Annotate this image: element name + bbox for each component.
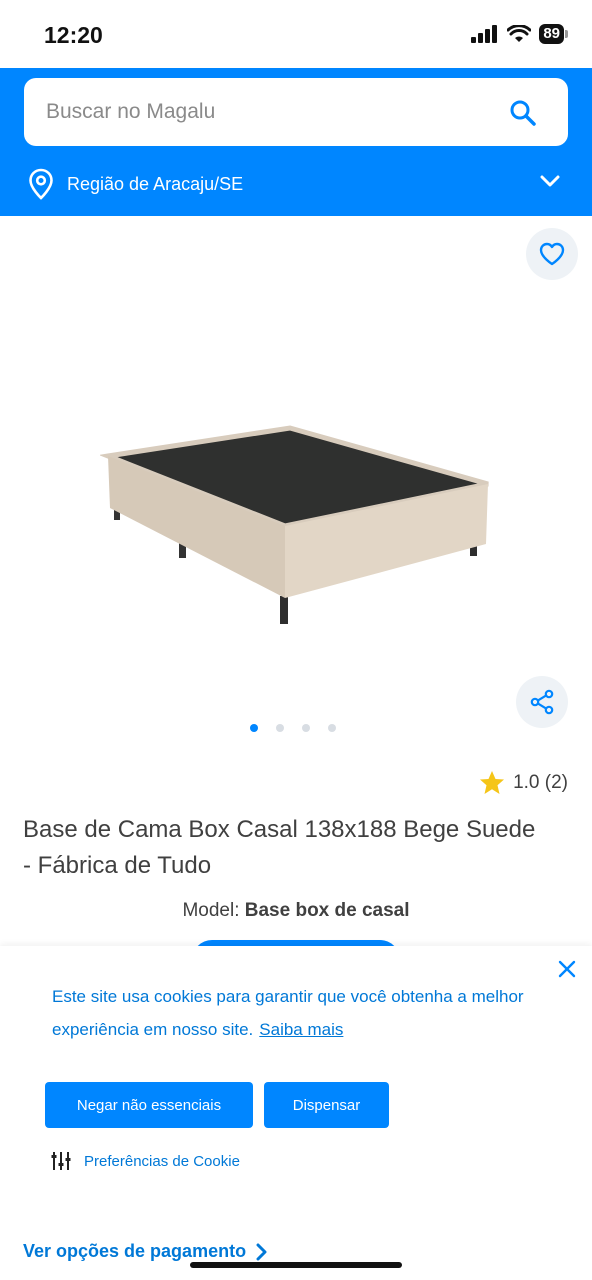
model-value: Base box de casal bbox=[244, 900, 410, 921]
chevron-right-icon bbox=[256, 1243, 267, 1260]
gallery-dot[interactable] bbox=[250, 724, 258, 732]
battery-icon: 89 bbox=[539, 24, 568, 44]
status-icons: 89 bbox=[471, 24, 568, 44]
rating-value: 1.0 (2) bbox=[513, 771, 568, 793]
payment-options-label: Ver opções de pagamento bbox=[23, 1241, 247, 1261]
location-label: Região de Aracaju/SE bbox=[67, 174, 244, 194]
share-icon bbox=[530, 689, 554, 715]
learn-more-link[interactable]: Saiba mais bbox=[259, 1020, 343, 1039]
gallery-dots bbox=[250, 724, 336, 732]
gallery-dot[interactable] bbox=[302, 724, 310, 732]
sliders-icon bbox=[51, 1152, 71, 1170]
status-bar: 12:20 89 bbox=[0, 0, 592, 68]
battery-level: 89 bbox=[539, 24, 564, 44]
model-row: Model: Base box de casal bbox=[0, 900, 592, 922]
product-gallery[interactable] bbox=[0, 216, 592, 756]
search-box bbox=[24, 78, 568, 146]
chevron-down-icon[interactable] bbox=[540, 174, 560, 188]
model-label: Model: bbox=[182, 900, 240, 921]
signal-icon bbox=[471, 25, 498, 43]
gallery-dot[interactable] bbox=[276, 724, 284, 732]
dismiss-button[interactable]: Dispensar bbox=[264, 1082, 389, 1128]
location-selector[interactable]: Região de Aracaju/SE bbox=[0, 160, 592, 208]
close-icon[interactable] bbox=[556, 958, 578, 980]
preferences-label: Preferências de Cookie bbox=[84, 1152, 240, 1170]
payment-options-link[interactable]: Ver opções de pagamento bbox=[23, 1241, 268, 1262]
star-icon bbox=[480, 771, 505, 794]
favorite-button[interactable] bbox=[526, 228, 578, 280]
product-page: 12:20 89 Buscar no Magalu Região de Arac… bbox=[0, 0, 592, 1280]
wifi-icon bbox=[507, 25, 532, 42]
gallery-dot[interactable] bbox=[328, 724, 336, 732]
cookie-preferences-link[interactable]: Preferências de Cookie bbox=[50, 1150, 240, 1172]
product-rating[interactable]: 1.0 (2) bbox=[479, 770, 568, 795]
battery-tip bbox=[565, 30, 568, 38]
search-input[interactable] bbox=[46, 78, 486, 146]
deny-nonessential-button[interactable]: Negar não essenciais bbox=[45, 1082, 253, 1128]
product-title: Base de Cama Box Casal 138x188 Bege Sued… bbox=[23, 816, 536, 879]
bottom-bar: Ver opções de pagamento bbox=[0, 1232, 592, 1280]
share-button[interactable] bbox=[516, 676, 568, 728]
search-icon[interactable] bbox=[508, 98, 538, 128]
cookie-banner: Este site usa cookies para garantir que … bbox=[0, 946, 592, 1232]
header: Região de Aracaju/SE bbox=[0, 68, 592, 216]
location-pin-icon bbox=[29, 168, 53, 200]
status-time: 12:20 bbox=[44, 22, 103, 48]
product-image bbox=[100, 425, 489, 624]
cookie-message: Este site usa cookies para garantir que … bbox=[52, 980, 552, 1046]
heart-icon bbox=[539, 242, 565, 266]
home-indicator bbox=[190, 1262, 402, 1268]
